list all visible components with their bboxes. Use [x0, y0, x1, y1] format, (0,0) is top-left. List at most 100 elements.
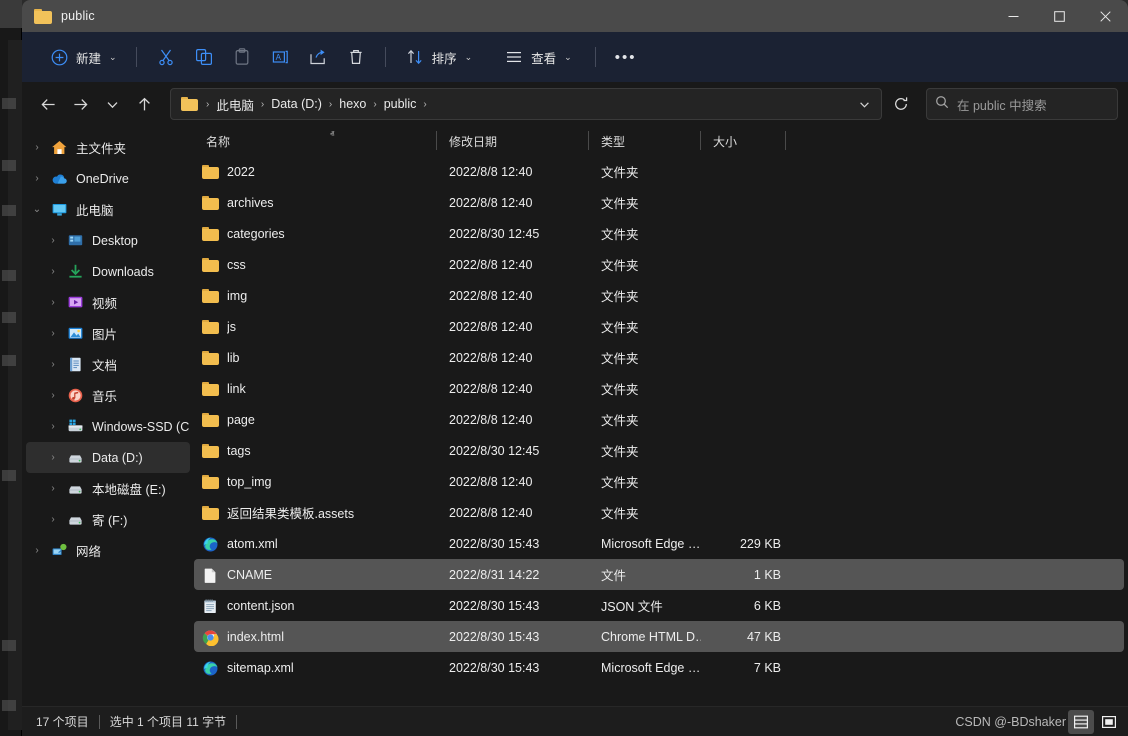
forward-button[interactable]: [64, 88, 96, 120]
toolbar-divider: [135, 47, 137, 67]
sort-button[interactable]: 排序 ⌄: [396, 41, 482, 73]
breadcrumb-item-0[interactable]: 此电脑: [211, 92, 259, 117]
sidebar-item-10[interactable]: › Data (D:): [26, 442, 190, 473]
sidebar-item-4[interactable]: › Downloads: [26, 256, 190, 287]
expander-icon[interactable]: ›: [42, 504, 64, 535]
cell-name: 返回结果类模板.assets: [194, 503, 437, 522]
breadcrumb-item-3[interactable]: public: [379, 94, 422, 114]
table-row[interactable]: content.json 2022/8/30 15:43 JSON 文件 6 KB: [194, 590, 1124, 621]
table-row[interactable]: atom.xml 2022/8/30 15:43 Microsoft Edge … 2…: [194, 528, 1124, 559]
sidebar-item-1[interactable]: › OneDrive: [26, 163, 190, 194]
titlebar[interactable]: public: [22, 0, 1128, 32]
expander-icon[interactable]: ⌄: [26, 194, 48, 225]
large-icons-view-button[interactable]: [1096, 710, 1122, 734]
table-row[interactable]: link 2022/8/8 12:40 文件夹: [194, 373, 1124, 404]
table-row[interactable]: archives 2022/8/8 12:40 文件夹: [194, 187, 1124, 218]
cell-type: Microsoft Edge …: [601, 536, 701, 551]
new-button[interactable]: 新建 ⌄: [40, 41, 126, 73]
expander-icon[interactable]: ›: [42, 349, 64, 380]
rename-button[interactable]: A: [261, 41, 299, 73]
breadcrumb-item-2[interactable]: hexo: [334, 94, 371, 114]
background-window[interactable]: [0, 0, 22, 736]
table-row[interactable]: img 2022/8/8 12:40 文件夹: [194, 280, 1124, 311]
paste-button[interactable]: [223, 41, 261, 73]
maximize-button[interactable]: [1036, 0, 1082, 32]
bg-glyph: [2, 312, 16, 323]
sidebar-item-6[interactable]: › 图片: [26, 318, 190, 349]
table-row[interactable]: CNAME 2022/8/31 14:22 文件 1 KB: [194, 559, 1124, 590]
sort-button-label: 排序: [431, 51, 457, 66]
table-row[interactable]: css 2022/8/8 12:40 文件夹: [194, 249, 1124, 280]
expander-icon[interactable]: ›: [42, 225, 64, 256]
column-header-type[interactable]: 类型: [589, 126, 701, 156]
breadcrumb-separator: ›: [206, 98, 210, 110]
sort-ascending-icon: ⱏ: [330, 129, 335, 139]
delete-button[interactable]: [337, 41, 375, 73]
table-row[interactable]: 返回结果类模板.assets 2022/8/8 12:40 文件夹: [194, 497, 1124, 528]
minimize-button[interactable]: [990, 0, 1036, 32]
folder-icon: [202, 288, 219, 304]
table-row[interactable]: index.html 2022/8/30 15:43 Chrome HTML D… 4…: [194, 621, 1124, 652]
chrome-icon: [202, 629, 219, 646]
recent-locations-button[interactable]: [96, 88, 128, 120]
expander-icon[interactable]: ›: [42, 442, 64, 473]
view-button[interactable]: 查看 ⌄: [495, 41, 581, 73]
view-lines-icon: [504, 47, 524, 67]
refresh-button[interactable]: [886, 89, 916, 119]
bg-glyph: [2, 160, 16, 171]
sidebar-item-label: Data (D:): [92, 450, 143, 465]
column-divider[interactable]: [785, 131, 786, 150]
table-row[interactable]: lib 2022/8/8 12:40 文件夹: [194, 342, 1124, 373]
search-box[interactable]: 在 public 中搜索: [926, 88, 1118, 120]
expander-icon[interactable]: ›: [42, 287, 64, 318]
breadcrumb-dropdown-button[interactable]: [851, 91, 877, 117]
table-row[interactable]: categories 2022/8/30 12:45 文件夹: [194, 218, 1124, 249]
sidebar-item-7[interactable]: › 文档: [26, 349, 190, 380]
expander-icon[interactable]: ›: [42, 411, 64, 442]
expander-icon[interactable]: ›: [42, 380, 64, 411]
sidebar-item-12[interactable]: › 寄 (F:): [26, 504, 190, 535]
table-row[interactable]: js 2022/8/8 12:40 文件夹: [194, 311, 1124, 342]
column-header-size[interactable]: 大小: [701, 126, 786, 156]
sidebar-item-2[interactable]: ⌄ 此电脑: [26, 194, 190, 225]
expander-icon[interactable]: ›: [42, 318, 64, 349]
search-input[interactable]: 在 public 中搜索: [957, 95, 1047, 114]
expander-icon[interactable]: ›: [42, 256, 64, 287]
sidebar-item-9[interactable]: › Windows-SSD (C: [26, 411, 190, 442]
table-row[interactable]: sitemap.xml 2022/8/30 15:43 Microsoft Edge…: [194, 652, 1124, 683]
back-button[interactable]: [32, 88, 64, 120]
expander-icon[interactable]: ›: [26, 535, 48, 566]
expander-icon[interactable]: ›: [26, 163, 48, 194]
breadcrumb-item-1[interactable]: Data (D:): [266, 94, 327, 114]
column-header-name[interactable]: 名称 ⱏ: [194, 126, 437, 156]
expander-icon[interactable]: ›: [26, 132, 48, 163]
more-options-button[interactable]: •••: [606, 41, 646, 73]
sidebar-item-0[interactable]: › 主文件夹: [26, 132, 190, 163]
view-mode-buttons: [1068, 709, 1122, 734]
cut-button[interactable]: [147, 41, 185, 73]
column-header-date[interactable]: 修改日期: [437, 126, 589, 156]
network-icon: [48, 541, 70, 561]
sidebar-item-11[interactable]: › 本地磁盘 (E:): [26, 473, 190, 504]
sidebar-item-5[interactable]: › 视频: [26, 287, 190, 318]
file-rows: 2022 2022/8/8 12:40 文件夹 archives 2022/8/8 12…: [194, 156, 1128, 706]
sidebar-item-3[interactable]: › Desktop: [26, 225, 190, 256]
copy-button[interactable]: [185, 41, 223, 73]
address-bar-row: › 此电脑 › Data (D:) › hexo › public › 在 pu: [22, 82, 1128, 126]
table-row[interactable]: top_img 2022/8/8 12:40 文件夹: [194, 466, 1124, 497]
sidebar-item-8[interactable]: › 音乐: [26, 380, 190, 411]
table-row[interactable]: page 2022/8/8 12:40 文件夹: [194, 404, 1124, 435]
table-row[interactable]: 2022 2022/8/8 12:40 文件夹: [194, 156, 1124, 187]
expander-icon[interactable]: ›: [42, 473, 64, 504]
table-row[interactable]: tags 2022/8/30 12:45 文件夹: [194, 435, 1124, 466]
close-button[interactable]: [1082, 0, 1128, 32]
command-toolbar: 新建 ⌄ A 排序 ⌄ 查看 ⌄ •••: [22, 32, 1128, 82]
rename-icon: A: [270, 47, 290, 67]
share-button[interactable]: [299, 41, 337, 73]
cell-type: 文件夹: [601, 259, 639, 273]
cell-date: 2022/8/8 12:40: [449, 350, 533, 365]
up-button[interactable]: [128, 88, 160, 120]
breadcrumb-bar[interactable]: › 此电脑 › Data (D:) › hexo › public ›: [170, 88, 882, 120]
details-view-button[interactable]: [1068, 709, 1094, 734]
sidebar-item-13[interactable]: › 网络: [26, 535, 190, 566]
